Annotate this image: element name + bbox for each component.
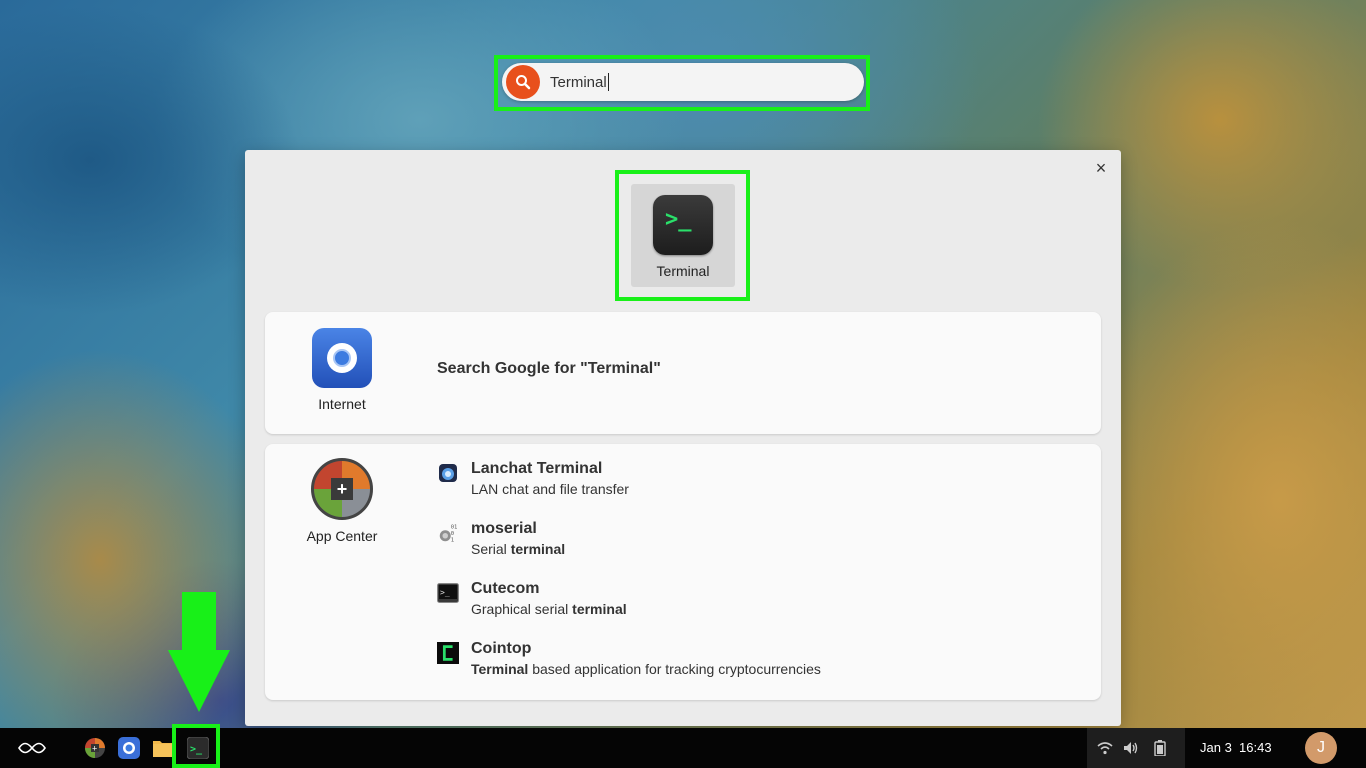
- system-tray: [1087, 728, 1185, 768]
- clock-date: Jan 3: [1200, 740, 1232, 755]
- chrome-taskbar-icon[interactable]: [116, 728, 142, 768]
- svg-text:1: 1: [451, 537, 454, 543]
- cutecom-icon: >_: [437, 582, 459, 604]
- result-title: Cointop: [471, 640, 532, 657]
- app-center-category-label: App Center: [306, 528, 378, 544]
- app-center-category: + App Center: [295, 458, 389, 544]
- svg-text:>_: >_: [190, 744, 203, 755]
- desc-match: terminal: [572, 601, 627, 617]
- svg-text:+: +: [92, 744, 97, 754]
- desc-text: Serial: [471, 541, 511, 557]
- clock[interactable]: Jan 3 16:43: [1200, 728, 1272, 768]
- top-hit-terminal[interactable]: >_ Terminal: [631, 184, 735, 287]
- app-launcher-icon[interactable]: [14, 728, 50, 768]
- svg-text:0: 0: [451, 531, 454, 537]
- terminal-taskbar-icon[interactable]: >_: [184, 728, 212, 768]
- text-caret: [607, 73, 609, 91]
- desc-text: Graphical serial: [471, 601, 573, 617]
- internet-category-label: Internet: [318, 396, 366, 412]
- battery-icon[interactable]: [1151, 728, 1169, 768]
- cointop-icon: [437, 642, 459, 664]
- result-description: LAN chat and file transfer: [471, 481, 629, 497]
- desc-match: terminal: [510, 541, 566, 557]
- app-center-taskbar-icon[interactable]: +: [82, 728, 108, 768]
- top-hit-label: Terminal: [656, 263, 710, 279]
- search-container: Terminal: [498, 59, 866, 107]
- svg-text:01: 01: [451, 524, 458, 530]
- chrome-icon: [312, 328, 372, 388]
- internet-category: Internet: [295, 328, 389, 412]
- search-bar[interactable]: Terminal: [502, 63, 864, 101]
- result-title: Lanchat Terminal: [471, 460, 603, 477]
- volume-icon[interactable]: [1121, 728, 1141, 768]
- avatar[interactable]: J: [1305, 732, 1337, 764]
- clock-time: 16:43: [1239, 740, 1272, 755]
- result-title: Cutecom: [471, 580, 540, 597]
- terminal-icon: >_: [653, 195, 713, 255]
- result-title: moserial: [471, 520, 537, 537]
- desc-match: Terminal: [471, 661, 529, 677]
- search-results-panel: × >_ Terminal Internet Search Google for…: [245, 150, 1121, 726]
- files-taskbar-icon[interactable]: [150, 728, 176, 768]
- wifi-icon[interactable]: [1095, 728, 1115, 768]
- desc-text: based application for tracking cryptocur…: [528, 661, 821, 677]
- down-arrow-annotation: [168, 592, 230, 712]
- moserial-icon: 01 0 1: [437, 522, 459, 544]
- result-description: Terminal based application for tracking …: [471, 661, 821, 677]
- result-description: Graphical serial terminal: [471, 601, 627, 617]
- result-description: Serial terminal: [471, 541, 565, 557]
- svg-text:>_: >_: [440, 588, 450, 597]
- internet-card: Internet Search Google for "Terminal": [265, 312, 1101, 434]
- close-button[interactable]: ×: [1091, 158, 1111, 178]
- app-center-card: + App Center Lanchat Terminal LAN chat a…: [265, 444, 1101, 700]
- app-center-icon: +: [311, 458, 373, 520]
- lanchat-icon: [437, 462, 459, 484]
- taskbar: + >_ Jan 3 16:43 J: [0, 728, 1366, 768]
- search-google-result[interactable]: Search Google for "Terminal": [437, 360, 661, 378]
- search-input-value: Terminal: [550, 73, 607, 91]
- search-input[interactable]: Terminal: [550, 63, 850, 101]
- search-icon[interactable]: [506, 65, 540, 99]
